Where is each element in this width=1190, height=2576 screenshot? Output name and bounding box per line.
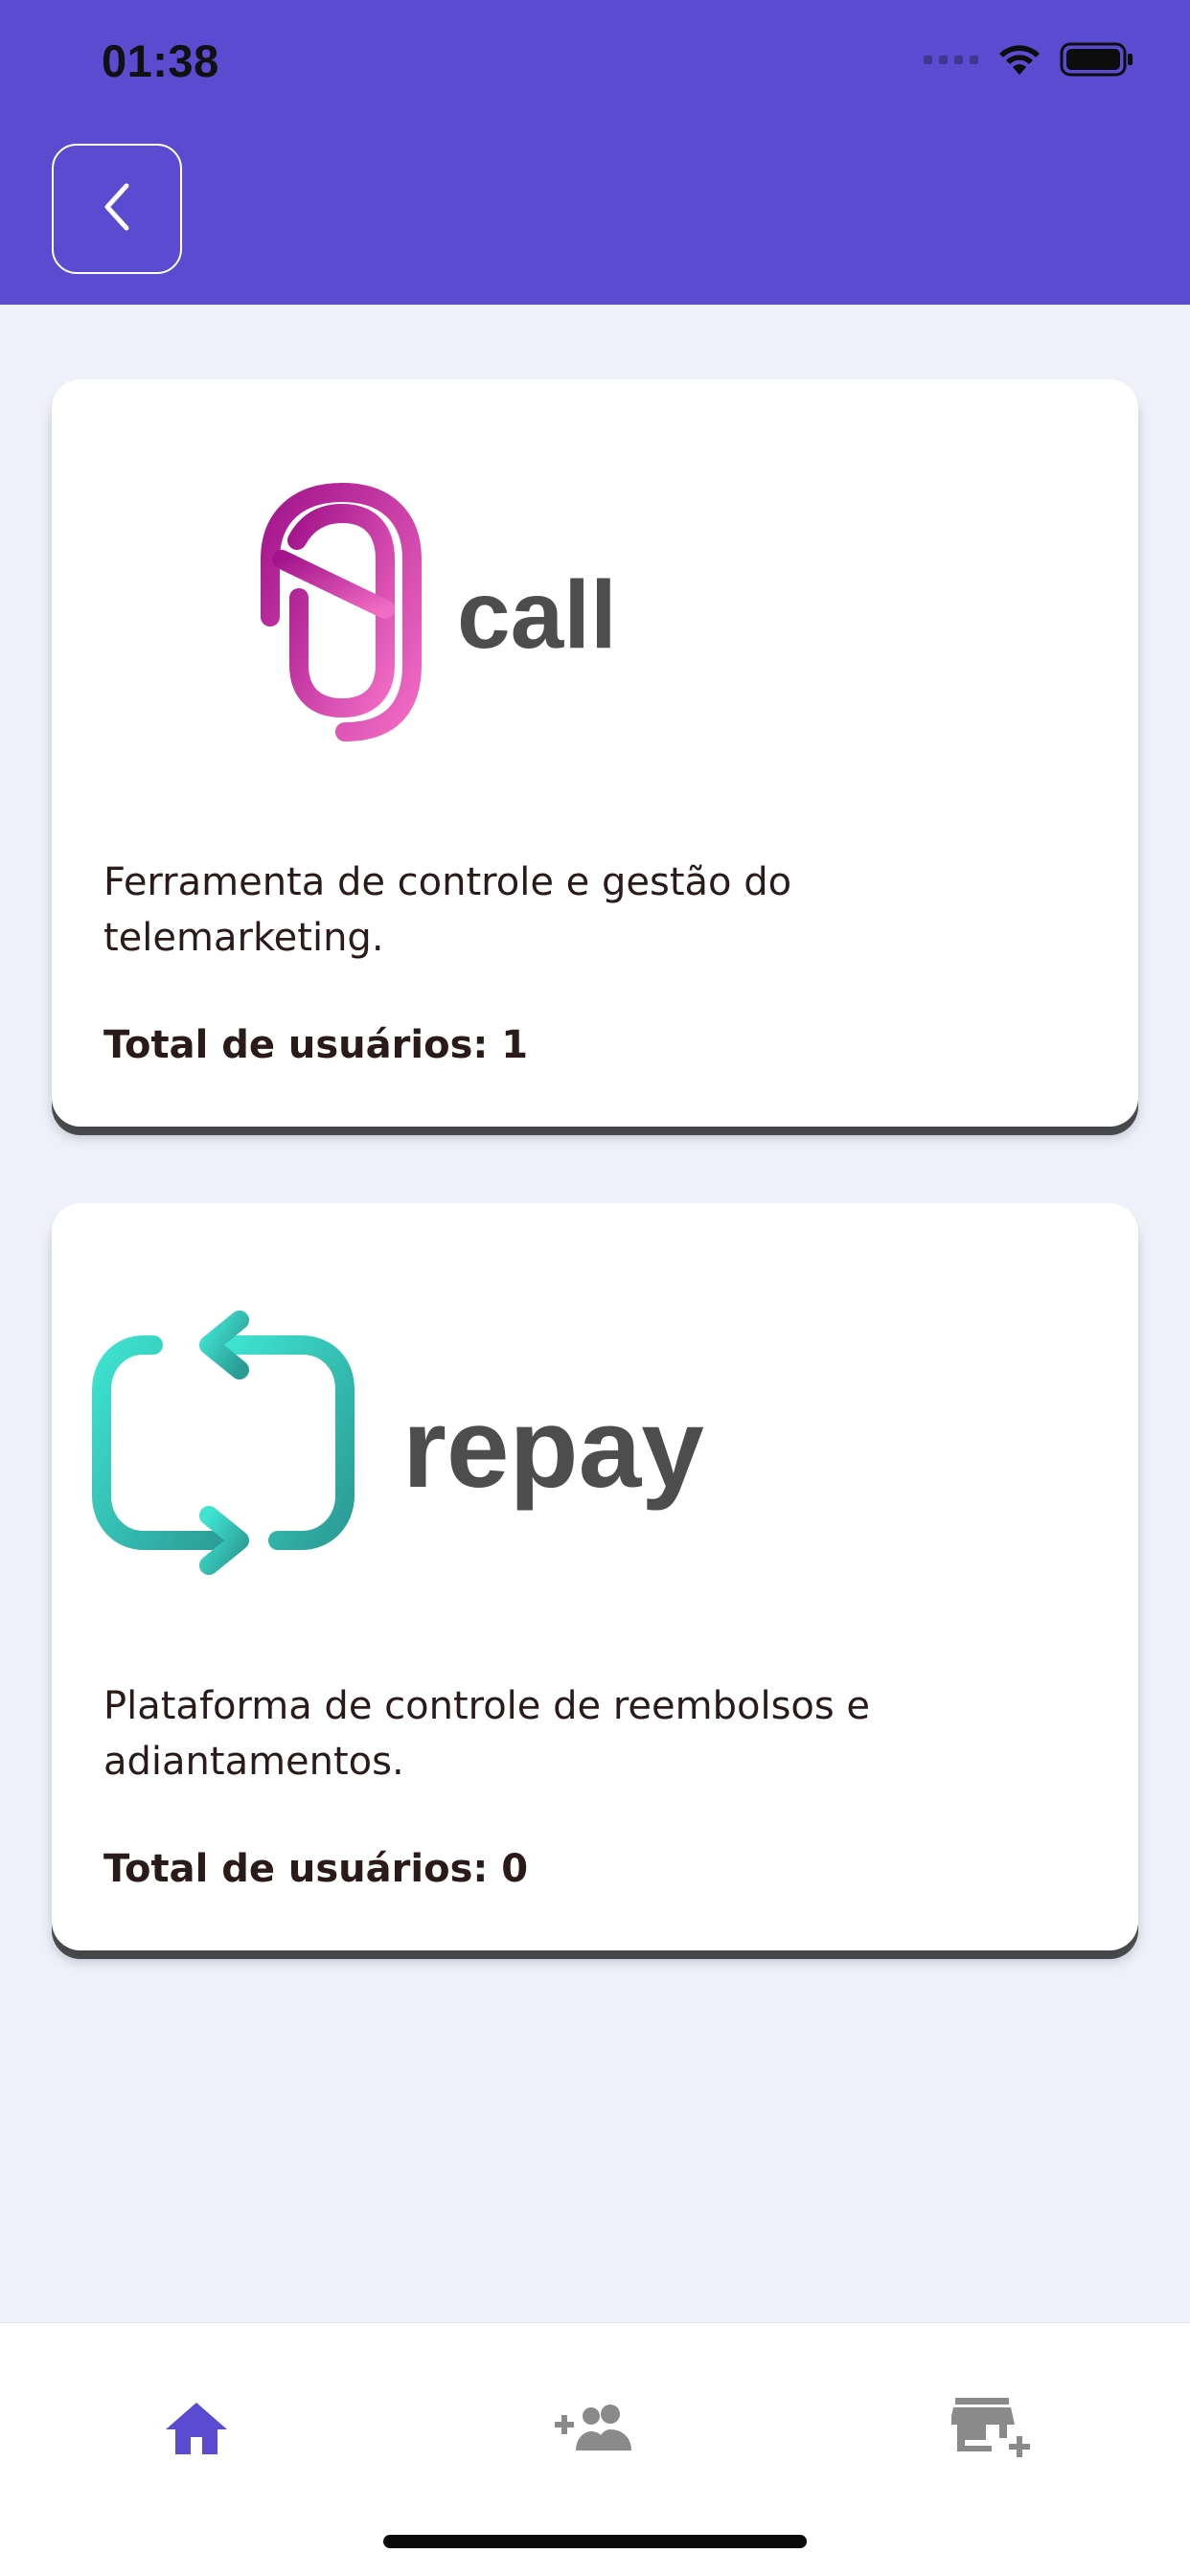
home-icon [164,2399,229,2460]
add-store-icon [950,2396,1032,2463]
product-card-repay[interactable]: repay Plataforma de controle de reembols… [52,1203,1138,1950]
wifi-icon [996,42,1042,80]
product-description: Plataforma de controle de reembolsos e a… [103,1684,871,1784]
product-description: Ferramenta de controle e gestão do telem… [103,860,792,960]
product-total-users: Total de usuários: 0 [103,1847,529,1891]
repay-logo-text: repay [402,1385,704,1512]
battery-icon [1060,40,1134,82]
product-card-call[interactable]: call Ferramenta de controle e gestão do … [52,379,1138,1127]
call-logo-icon: call [261,482,617,741]
signal-dots-icon [924,52,979,71]
tab-add-store[interactable] [939,2377,1044,2482]
repay-logo-icon: repay [92,1311,704,1575]
add-user-group-icon [555,2401,635,2458]
product-total-users: Total de usuários: 1 [103,1023,529,1067]
home-indicator [383,2535,807,2548]
status-icons [924,42,1134,80]
call-logo: call [241,482,740,751]
tab-add-users[interactable] [542,2377,648,2482]
call-logo-text: call [457,561,617,669]
app-header: 01:38 [0,0,1190,305]
chevron-left-icon [98,180,136,238]
status-time: 01:38 [102,35,219,86]
repay-logo: repay [86,1299,891,1586]
tab-home[interactable] [144,2377,249,2482]
back-button[interactable] [52,144,182,274]
